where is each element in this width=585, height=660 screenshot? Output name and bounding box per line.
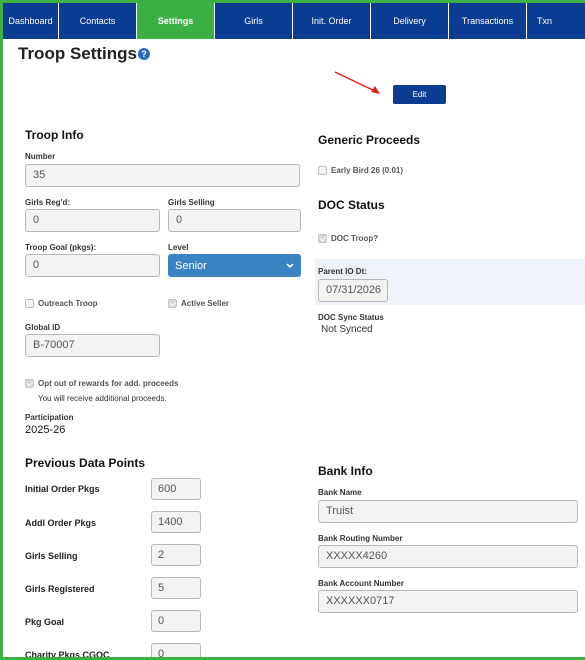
opt-out-checkbox[interactable] bbox=[25, 379, 34, 388]
bank-name-field[interactable]: Truist bbox=[318, 500, 578, 523]
doc-sync-label: DOC Sync Status bbox=[318, 313, 384, 322]
early-bird-checkbox[interactable] bbox=[318, 166, 327, 175]
tab-transactions[interactable]: Transactions bbox=[449, 3, 527, 39]
tab-dashboard[interactable]: Dashboard bbox=[3, 3, 59, 39]
girls-regd-label: Girls Reg'd: bbox=[25, 198, 71, 207]
level-select[interactable]: Senior bbox=[168, 254, 301, 277]
initial-order-label: Initial Order Pkgs bbox=[25, 484, 100, 494]
previous-data-points-heading: Previous Data Points bbox=[25, 456, 146, 470]
troop-info-heading: Troop Info bbox=[25, 128, 84, 142]
page-title: Troop Settings bbox=[18, 44, 137, 63]
top-nav: Dashboard Contacts Settings Girls Init. … bbox=[3, 3, 585, 39]
outreach-checkbox[interactable] bbox=[25, 299, 34, 308]
opt-out-label: Opt out of rewards for add. proceeds bbox=[38, 379, 179, 388]
addl-order-field[interactable]: 1400 bbox=[151, 511, 201, 533]
troop-goal-label: Troop Goal (pkgs): bbox=[25, 243, 97, 252]
doc-troop-label: DOC Troop? bbox=[331, 234, 379, 243]
number-label: Number bbox=[25, 152, 56, 161]
girls-selling-field[interactable]: 0 bbox=[168, 209, 301, 232]
opt-out-option[interactable]: Opt out of rewards for add. proceeds bbox=[25, 379, 178, 388]
tab-delivery[interactable]: Delivery bbox=[371, 3, 449, 39]
tab-init-order[interactable]: Init. Order bbox=[293, 3, 371, 39]
tab-txn[interactable]: Txn bbox=[527, 3, 585, 39]
global-id-field[interactable]: B-70007 bbox=[25, 334, 160, 357]
charity-pkgs-field[interactable]: 0 bbox=[151, 643, 201, 657]
active-seller-checkbox[interactable] bbox=[168, 299, 177, 308]
question-circle-icon[interactable]: ? bbox=[138, 48, 150, 60]
doc-troop-option[interactable]: DOC Troop? bbox=[318, 234, 378, 243]
initial-order-field[interactable]: 600 bbox=[151, 478, 201, 500]
active-seller-option[interactable]: Active Seller bbox=[168, 299, 229, 308]
bank-info-heading: Bank Info bbox=[318, 464, 373, 478]
doc-troop-checkbox[interactable] bbox=[318, 234, 327, 243]
outreach-label: Outreach Troop bbox=[38, 299, 98, 308]
bank-name-label: Bank Name bbox=[318, 488, 362, 497]
early-bird-label: Early Bird 26 (0.01) bbox=[331, 166, 404, 175]
number-field[interactable]: 35 bbox=[25, 164, 300, 187]
page-frame: Dashboard Contacts Settings Girls Init. … bbox=[0, 0, 585, 660]
troop-goal-field[interactable]: 0 bbox=[25, 254, 160, 277]
routing-number-label: Bank Routing Number bbox=[318, 534, 403, 543]
routing-number-field[interactable]: XXXXX4260 bbox=[318, 545, 578, 568]
girls-regd-field[interactable]: 0 bbox=[25, 209, 160, 232]
account-number-field[interactable]: XXXXXX0717 bbox=[318, 590, 578, 613]
tab-contacts[interactable]: Contacts bbox=[59, 3, 137, 39]
red-arrow-annotation bbox=[334, 71, 380, 94]
doc-sync-value: Not Synced bbox=[321, 324, 373, 335]
tab-girls[interactable]: Girls bbox=[215, 3, 293, 39]
girls-selling-prev-label: Girls Selling bbox=[25, 551, 78, 561]
participation-label: Participation bbox=[25, 413, 74, 422]
addl-order-label: Addl Order Pkgs bbox=[25, 518, 97, 528]
outreach-troop-option[interactable]: Outreach Troop bbox=[25, 299, 98, 308]
global-id-label: Global ID bbox=[25, 323, 61, 332]
girls-selling-label: Girls Selling bbox=[168, 198, 215, 207]
doc-status-heading: DOC Status bbox=[318, 198, 385, 212]
participation-value: 2025-26 bbox=[25, 424, 66, 436]
pkg-goal-field[interactable]: 0 bbox=[151, 610, 201, 632]
opt-out-note: You will receive additional proceeds. bbox=[38, 394, 167, 403]
generic-proceeds-heading: Generic Proceeds bbox=[318, 133, 421, 147]
level-label: Level bbox=[168, 243, 189, 252]
parent-io-field[interactable]: 07/31/2026 bbox=[318, 279, 388, 302]
level-selected-value: Senior bbox=[175, 259, 207, 272]
active-seller-label: Active Seller bbox=[181, 299, 230, 308]
girls-registered-field[interactable]: 5 bbox=[151, 577, 201, 599]
pkg-goal-label: Pkg Goal bbox=[25, 617, 65, 627]
early-bird-option[interactable]: Early Bird 26 (0.01) bbox=[318, 166, 403, 175]
girls-selling-prev-field[interactable]: 2 bbox=[151, 544, 201, 566]
girls-registered-label: Girls Registered bbox=[25, 584, 95, 594]
parent-io-label: Parent IO Dt: bbox=[318, 267, 367, 276]
edit-button[interactable]: Edit bbox=[393, 85, 446, 104]
charity-pkgs-label: Charity Pkgs CGOC bbox=[25, 650, 110, 660]
chevron-down-icon bbox=[286, 262, 294, 268]
account-number-label: Bank Account Number bbox=[318, 579, 404, 588]
tab-settings[interactable]: Settings bbox=[137, 3, 215, 39]
